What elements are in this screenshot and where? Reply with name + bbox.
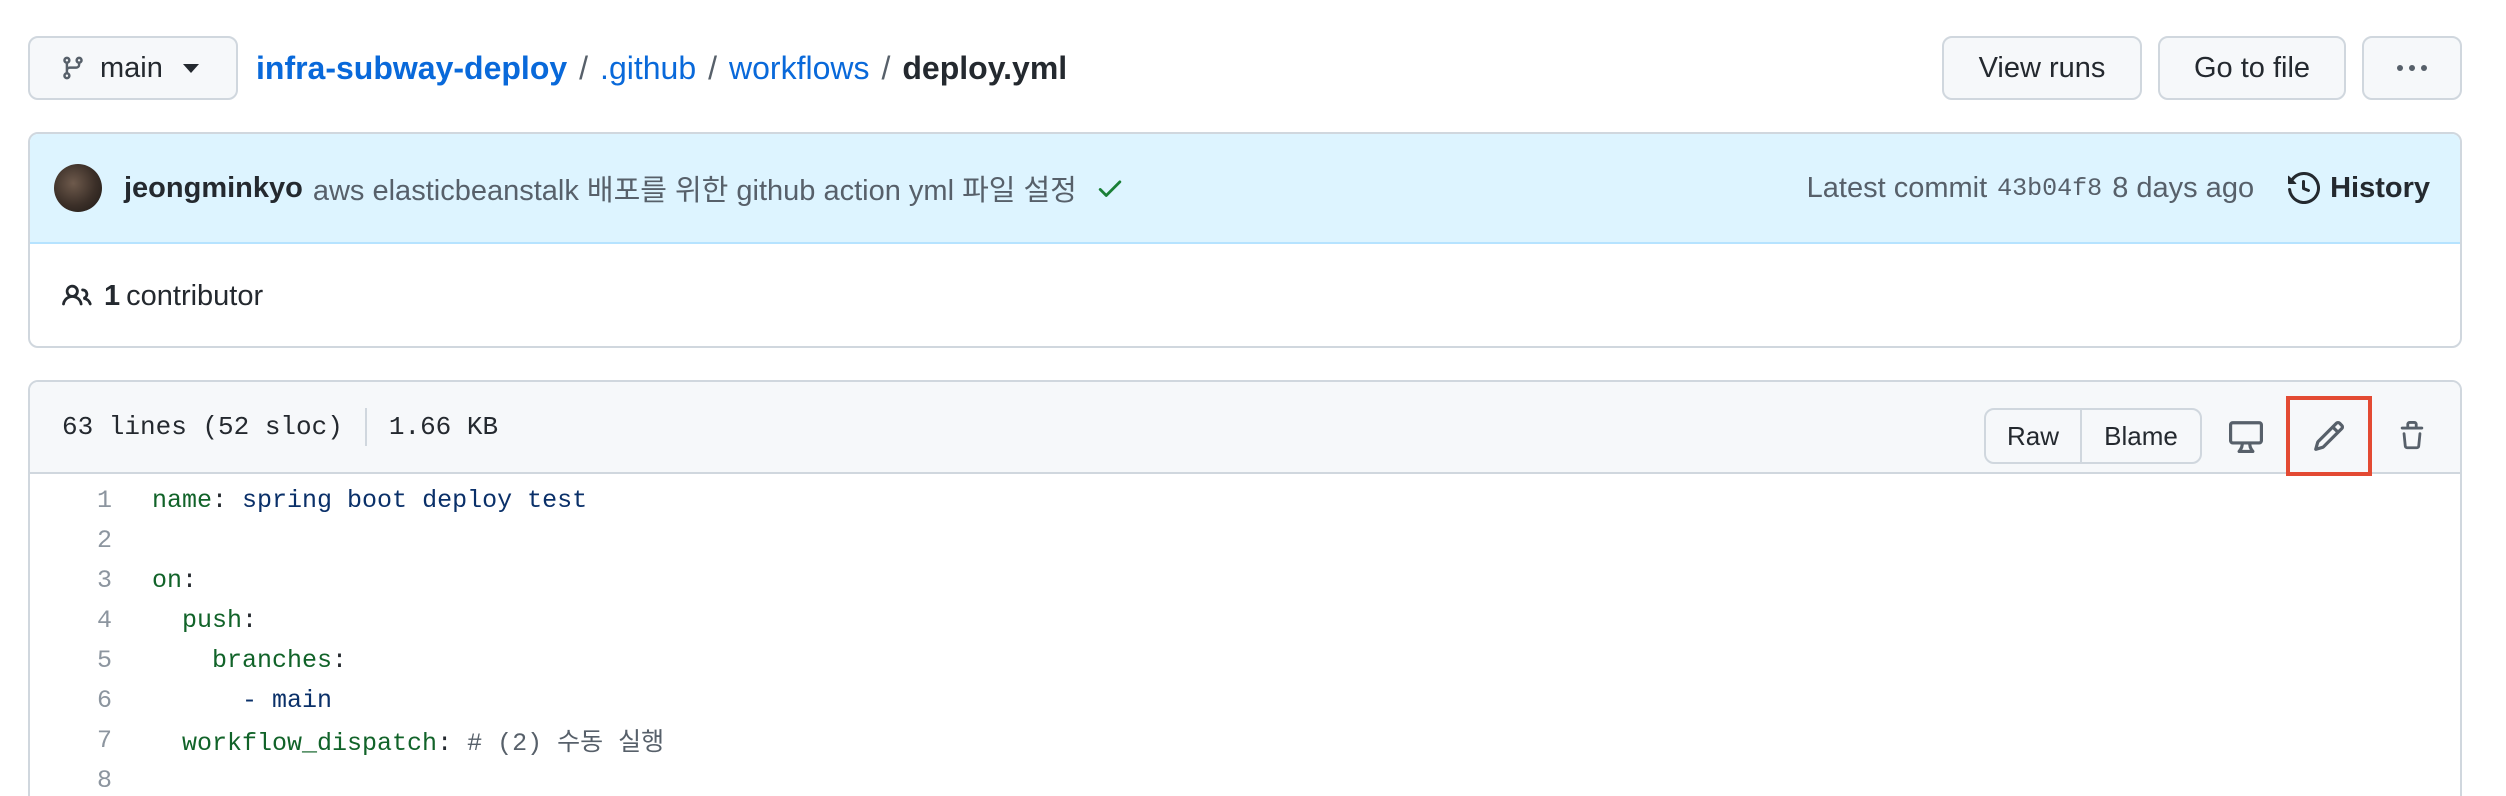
- line-content: branches:: [212, 645, 348, 675]
- history-label: History: [2330, 171, 2430, 204]
- file-tools: Raw Blame: [1984, 396, 2442, 476]
- check-icon[interactable]: [1095, 173, 1125, 203]
- file-header: 63 lines (52 sloc) 1.66 KB Raw Blame: [30, 382, 2460, 476]
- pencil-icon: [2314, 420, 2345, 451]
- line-content: name: spring boot deploy test: [152, 485, 588, 515]
- history-link[interactable]: History: [2288, 172, 2430, 205]
- latest-commit-box: jeongminkyo aws elasticbeanstalk 배포를 위한 …: [28, 132, 2462, 348]
- file-actions: View runs Go to file: [1942, 36, 2462, 100]
- latest-commit-label: Latest commit: [1806, 171, 1988, 204]
- branch-select-button[interactable]: main: [28, 36, 238, 100]
- line-content: workflow_dispatch: # (2) 수동 실행: [182, 729, 665, 758]
- contributor-count[interactable]: 1: [104, 280, 120, 313]
- delete-file-button[interactable]: [2382, 406, 2442, 466]
- divider: [364, 408, 367, 446]
- code-line: 8: [30, 760, 2460, 796]
- line-number[interactable]: 4: [30, 606, 112, 635]
- commit-meta: Latest commit 43b04f8 8 days ago History: [1807, 134, 2430, 242]
- contributor-label[interactable]: contributor: [126, 280, 263, 313]
- file-size: 1.66 KB: [388, 412, 499, 442]
- yaml-value: spring boot deploy test: [227, 485, 588, 515]
- yaml-value: - main: [242, 685, 333, 715]
- commit-time: 8 days ago: [2112, 171, 2255, 204]
- edit-file-button[interactable]: [2286, 396, 2372, 476]
- breadcrumb-repo-link[interactable]: infra-subway-deploy: [256, 50, 567, 87]
- line-number[interactable]: 5: [30, 646, 112, 675]
- yaml-key: on: [152, 565, 183, 595]
- code-line: 7 workflow_dispatch: # (2) 수동 실행: [30, 720, 2460, 760]
- line-number[interactable]: 1: [30, 486, 112, 515]
- commit-sha-link[interactable]: 43b04f8: [1997, 174, 2102, 203]
- line-number[interactable]: 8: [30, 766, 112, 795]
- kebab-horizontal-icon: [2397, 65, 2427, 71]
- line-content: push:: [182, 605, 258, 635]
- git-branch-icon: [63, 56, 83, 80]
- commit-header: jeongminkyo aws elasticbeanstalk 배포를 위한 …: [30, 134, 2460, 244]
- breadcrumb-file-name: deploy.yml: [902, 49, 1068, 86]
- yaml-key: name: [152, 485, 213, 515]
- file-navigation: main infra-subway-deploy / .github / wor…: [28, 36, 2462, 100]
- line-number[interactable]: 2: [30, 526, 112, 555]
- file-lines-info: 63 lines (52 sloc): [62, 412, 343, 442]
- people-icon: [62, 284, 92, 306]
- chevron-down-icon: [182, 63, 199, 73]
- view-runs-button[interactable]: View runs: [1942, 36, 2142, 100]
- line-content: - main: [152, 686, 332, 715]
- commit-message-link[interactable]: aws elasticbeanstalk 배포를 위한 github actio…: [313, 167, 1077, 209]
- breadcrumb-github-link[interactable]: .github: [600, 50, 696, 87]
- code-line: 6 - main: [30, 680, 2460, 720]
- trash-icon: [2400, 421, 2424, 450]
- breadcrumb-workflows-link[interactable]: workflows: [729, 50, 869, 87]
- breadcrumb-separator: /: [708, 49, 718, 86]
- line-number[interactable]: 3: [30, 566, 112, 595]
- blame-button[interactable]: Blame: [2082, 410, 2200, 462]
- breadcrumb: infra-subway-deploy / .github / workflow…: [256, 50, 1067, 87]
- breadcrumb-separator: /: [579, 49, 589, 86]
- history-icon: [2288, 172, 2321, 204]
- commit-author-link[interactable]: jeongminkyo: [124, 172, 303, 205]
- code-view: 1 name: spring boot deploy test 2 3 on: …: [30, 474, 2460, 796]
- code-line: 4 push:: [30, 600, 2460, 640]
- line-number[interactable]: 6: [30, 686, 112, 715]
- line-number[interactable]: 7: [30, 726, 112, 755]
- avatar[interactable]: [54, 164, 102, 212]
- more-options-button[interactable]: [2362, 36, 2462, 100]
- raw-blame-group: Raw Blame: [1984, 408, 2202, 464]
- contributors-row: 1 contributor: [30, 244, 2460, 346]
- code-line: 3 on:: [30, 560, 2460, 600]
- branch-name: main: [100, 51, 163, 84]
- code-line: 5 branches:: [30, 640, 2460, 680]
- yaml-key: push: [182, 605, 243, 635]
- open-in-desktop-button[interactable]: [2216, 406, 2276, 466]
- yaml-comment: # (2) 수동 실행: [452, 729, 665, 758]
- raw-button[interactable]: Raw: [1986, 410, 2082, 462]
- code-line: 1 name: spring boot deploy test: [30, 480, 2460, 520]
- line-content: on:: [152, 565, 198, 595]
- desktop-icon: [2229, 421, 2263, 453]
- go-to-file-button[interactable]: Go to file: [2158, 36, 2346, 100]
- file-viewer: 63 lines (52 sloc) 1.66 KB Raw Blame 1 n…: [28, 380, 2462, 796]
- code-line: 2: [30, 520, 2460, 560]
- breadcrumb-separator: /: [881, 49, 891, 86]
- yaml-key: branches: [212, 645, 333, 675]
- yaml-key: workflow_dispatch: [182, 729, 438, 758]
